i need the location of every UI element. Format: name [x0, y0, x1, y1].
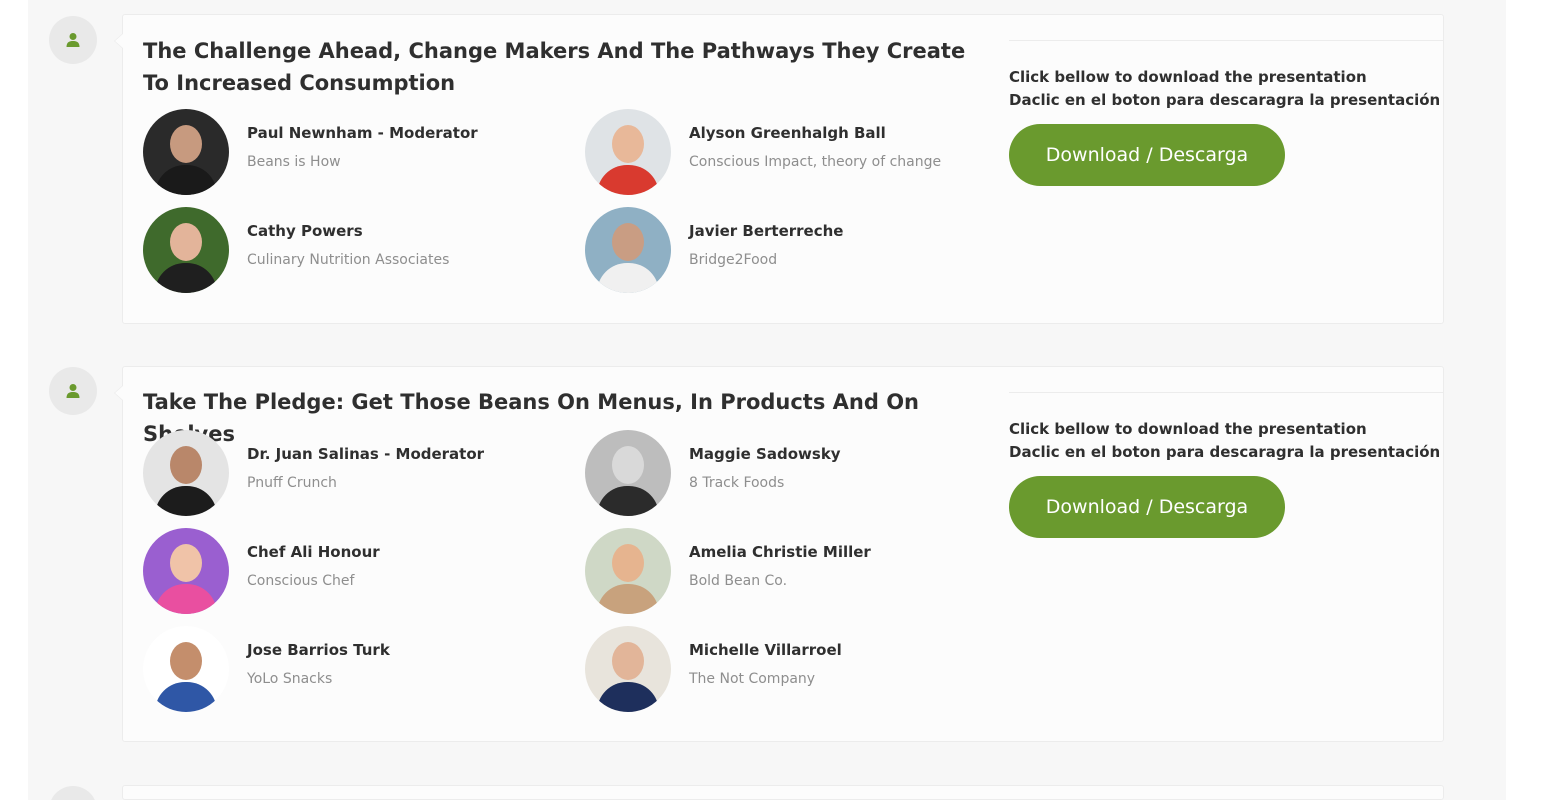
speaker-item: Maggie Sadowsky 8 Track Foods	[585, 430, 841, 516]
download-instruction-en: Click bellow to download the presentatio…	[1009, 68, 1367, 86]
speaker-organization: The Not Company	[689, 671, 816, 687]
speaker-name: Javier Berterreche	[689, 222, 844, 240]
download-instruction-es: Daclic en el boton para descaragra la pr…	[1009, 91, 1441, 109]
speaker-organization: 8 Track Foods	[689, 475, 785, 491]
speaker-item: Javier Berterreche Bridge2Food	[585, 207, 843, 293]
session-card-3	[122, 785, 1444, 800]
download-divider	[1009, 392, 1443, 393]
user-icon	[66, 384, 80, 398]
speaker-name: Chef Ali Honour	[247, 543, 380, 561]
speaker-item: Dr. Juan Salinas - Moderator Pnuff Crunc…	[143, 430, 484, 516]
download-instruction-en: Click bellow to download the presentatio…	[1009, 420, 1367, 438]
speaker-item: Alyson Greenhalgh Ball Conscious Impact,…	[585, 109, 941, 195]
speaker-name: Amelia Christie Miller	[689, 543, 871, 561]
download-button[interactable]: Download / Descarga	[1009, 476, 1285, 538]
speaker-organization: Conscious Chef	[247, 573, 355, 589]
speaker-avatar	[585, 109, 671, 195]
speaker-organization: Beans is How	[247, 154, 341, 170]
speaker-organization: Culinary Nutrition Associates	[247, 252, 450, 268]
timeline-user-icon	[49, 16, 97, 64]
speaker-item: Chef Ali Honour Conscious Chef	[143, 528, 380, 614]
speaker-avatar	[585, 626, 671, 712]
download-button[interactable]: Download / Descarga	[1009, 124, 1285, 186]
speaker-avatar	[585, 430, 671, 516]
speaker-name: Michelle Villarroel	[689, 641, 842, 659]
speaker-organization: Bold Bean Co.	[689, 573, 788, 589]
speaker-avatar	[585, 528, 671, 614]
download-instruction-es: Daclic en el boton para descaragra la pr…	[1009, 443, 1441, 461]
speaker-item: Cathy Powers Culinary Nutrition Associat…	[143, 207, 449, 293]
speaker-avatar	[143, 626, 229, 712]
speaker-name: Paul Newnham - Moderator	[247, 124, 478, 142]
session-card-1: The Challenge Ahead, Change Makers And T…	[114, 14, 1444, 324]
session-card-2: Take The Pledge: Get Those Beans On Menu…	[114, 366, 1444, 742]
user-icon	[66, 33, 80, 47]
speaker-item: Jose Barrios Turk YoLo Snacks	[143, 626, 390, 712]
speaker-name: Dr. Juan Salinas - Moderator	[247, 445, 485, 463]
speaker-avatar	[143, 430, 229, 516]
session-title: The Challenge Ahead, Change Makers And T…	[143, 39, 966, 95]
timeline-user-icon	[49, 367, 97, 415]
speaker-name: Alyson Greenhalgh Ball	[689, 124, 886, 142]
speaker-name: Jose Barrios Turk	[247, 641, 390, 659]
speaker-item: Paul Newnham - Moderator Beans is How	[143, 109, 478, 195]
speaker-organization: Conscious Impact, theory of change	[689, 154, 942, 170]
speaker-organization: YoLo Snacks	[247, 671, 333, 687]
speaker-organization: Pnuff Crunch	[247, 475, 337, 491]
download-instruction: Click bellow to download the presentatio…	[1009, 418, 1440, 464]
speaker-name: Cathy Powers	[247, 222, 363, 240]
speaker-avatar	[143, 109, 229, 195]
download-instruction: Click bellow to download the presentatio…	[1009, 66, 1440, 112]
speaker-avatar	[143, 207, 229, 293]
speaker-avatar	[585, 207, 671, 293]
speaker-organization: Bridge2Food	[689, 252, 778, 268]
download-divider	[1009, 40, 1443, 41]
speaker-item: Amelia Christie Miller Bold Bean Co.	[585, 528, 871, 614]
speaker-avatar	[143, 528, 229, 614]
speaker-item: Michelle Villarroel The Not Company	[585, 626, 842, 712]
speaker-name: Maggie Sadowsky	[689, 445, 841, 463]
